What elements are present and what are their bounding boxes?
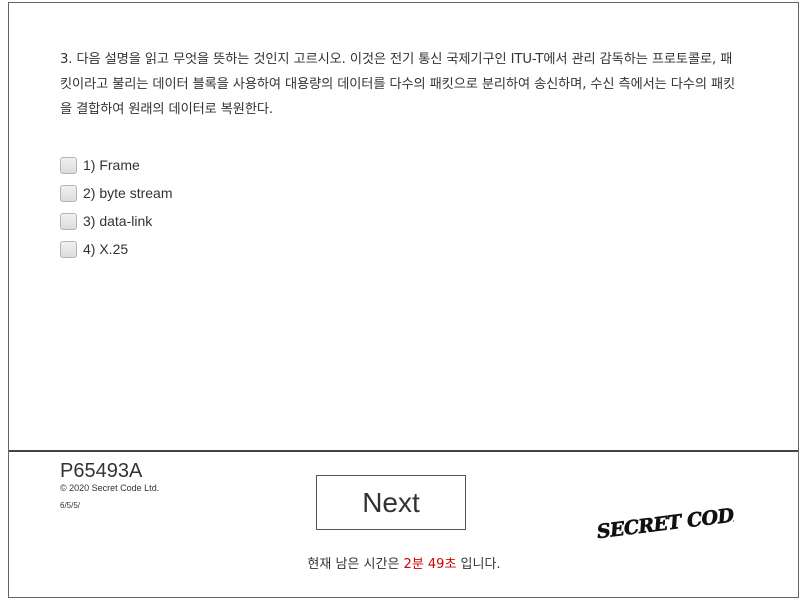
option-label: 3) data-link <box>83 213 153 229</box>
section-divider <box>9 450 798 452</box>
option-label: 1) Frame <box>83 157 140 173</box>
checkbox-icon[interactable] <box>60 212 77 230</box>
checkbox-icon[interactable] <box>60 240 77 258</box>
answer-options: 1) Frame 2) byte stream 3) data-link 4) … <box>60 151 172 263</box>
version-text: 6/5/5/ <box>60 501 81 510</box>
timer-prefix: 현재 남은 시간은 <box>307 557 404 572</box>
next-button[interactable]: Next <box>316 475 466 530</box>
timer-remaining: 2분 49초 <box>403 557 457 572</box>
timer-text: 현재 남은 시간은 2분 49초 입니다. <box>0 553 808 572</box>
secret-code-logo: SECRET CODE <box>595 502 734 540</box>
copyright-text: © 2020 Secret Code Ltd. <box>60 483 160 493</box>
checkbox-icon[interactable] <box>60 184 77 202</box>
option-3[interactable]: 3) data-link <box>60 207 172 235</box>
option-label: 4) X.25 <box>83 241 129 257</box>
logo-text: SECRET CODE <box>596 503 734 540</box>
option-2[interactable]: 2) byte stream <box>60 179 172 207</box>
question-text: 3. 다음 설명을 읽고 무엇을 뜻하는 것인지 고르시오. 이것은 전기 통신… <box>60 52 736 117</box>
question-code: P65493A <box>60 460 143 482</box>
option-1[interactable]: 1) Frame <box>60 151 172 179</box>
option-4[interactable]: 4) X.25 <box>60 235 172 263</box>
timer-suffix: 입니다. <box>456 557 501 572</box>
option-label: 2) byte stream <box>83 185 173 201</box>
checkbox-icon[interactable] <box>60 156 77 174</box>
